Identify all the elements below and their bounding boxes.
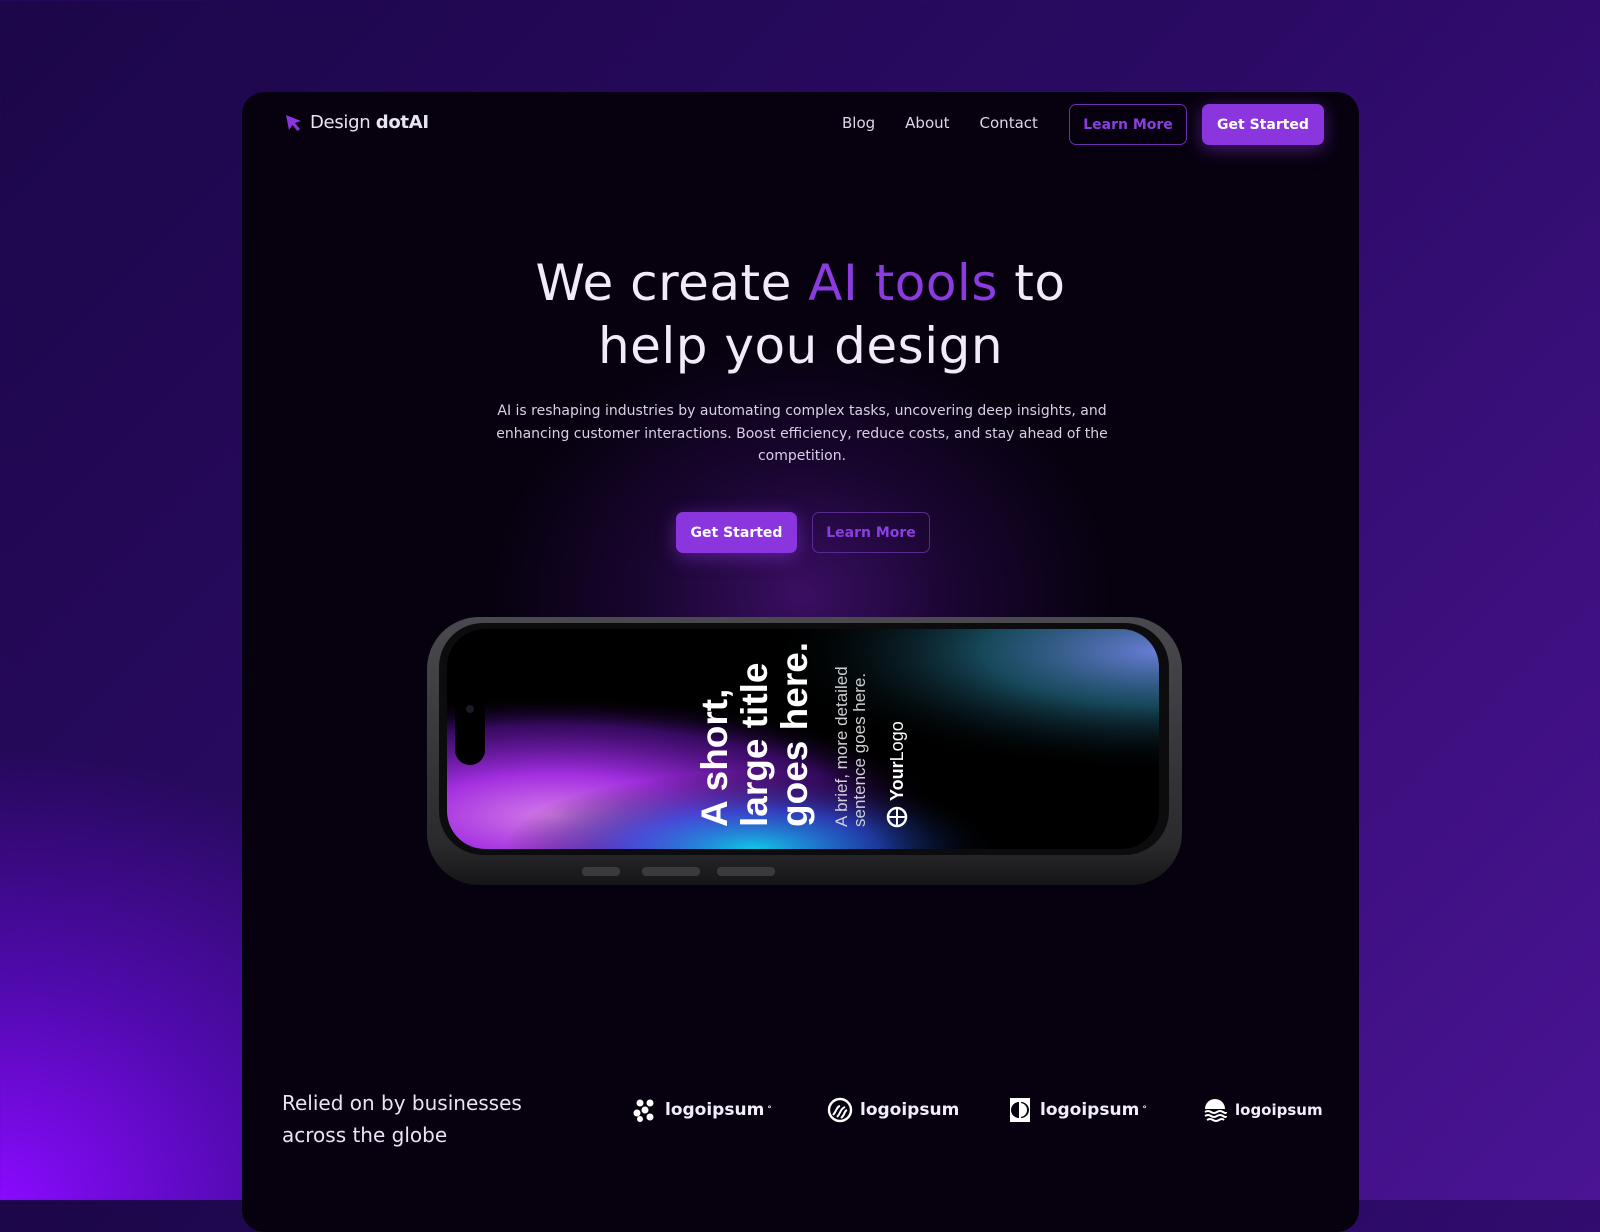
nav-learn-more-button[interactable]: Learn More [1069, 104, 1187, 145]
partner-logos: logoipsum ° logoipsum logoipsum ° logoip… [632, 1097, 1323, 1133]
partner-logo: logoipsum ° [1007, 1097, 1147, 1123]
phone-title-line: goes here. [774, 642, 815, 827]
nav-link-about[interactable]: About [905, 114, 949, 132]
camera-icon [466, 705, 474, 713]
half-circle-icon [1010, 1098, 1030, 1122]
phone-title-line: A short, [694, 689, 735, 827]
phone-mockup: A short, large title goes here. A brief,… [427, 617, 1182, 892]
phone-button [582, 867, 620, 876]
partner-logo: logoipsum ° [632, 1097, 772, 1123]
hero-description: AI is reshaping industries by automating… [496, 403, 1108, 464]
trusted-by-heading: Relied on by businesses across the globe [282, 1091, 522, 1147]
landing-card: Design dotAI Blog About Contact Learn Mo… [242, 92, 1359, 1232]
hero-learn-more-button[interactable]: Learn More [812, 512, 930, 553]
hero-title-accent: AI tools [808, 254, 998, 312]
phone-button [717, 867, 775, 876]
nav-link-blog[interactable]: Blog [842, 114, 875, 132]
circle-wave-icon [827, 1097, 853, 1123]
nav-links: Blog About Contact [842, 114, 1038, 132]
top-nav: Design dotAI Blog About Contact Learn Mo… [242, 92, 1359, 158]
your-logo-icon [886, 806, 908, 828]
hero-title: We create AI tools to help you design [535, 254, 1066, 375]
phone-title-line: large title [734, 663, 775, 828]
nav-link-contact[interactable]: Contact [980, 114, 1038, 132]
hero-get-started-button[interactable]: Get Started [676, 512, 797, 553]
phone-subtitle-line: sentence goes here. [850, 673, 869, 827]
waves-dome-icon [1204, 1099, 1227, 1122]
dots-cluster-icon [633, 1099, 654, 1122]
phone-illustration: A short, large title goes here. A brief,… [427, 617, 1182, 885]
phone-subtitle-line: A brief, more detailed [832, 666, 851, 827]
phone-button [642, 867, 700, 876]
brand-logo[interactable]: Design dotAI [284, 112, 429, 133]
partner-logo: logoipsum [1202, 1097, 1323, 1123]
cursor-arrow-icon [286, 114, 301, 131]
phone-logo-text: YourLogo [887, 721, 907, 801]
nav-get-started-button[interactable]: Get Started [1202, 104, 1324, 145]
brand-name: Design dotAI [310, 112, 429, 133]
partner-logo: logoipsum [827, 1097, 959, 1123]
